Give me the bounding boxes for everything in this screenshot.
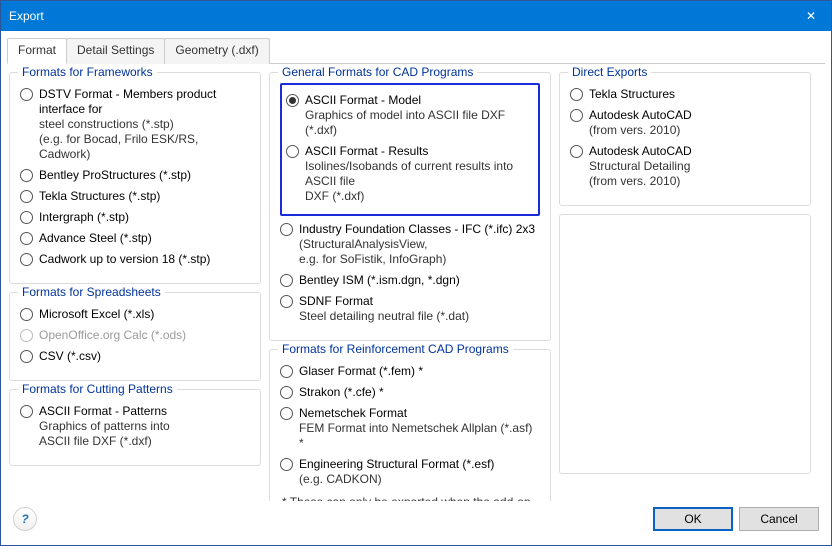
option-label: Intergraph (*.stp) [39, 210, 129, 225]
option-label: Nemetschek Format [299, 406, 407, 420]
group-title: Formats for Reinforcement CAD Programs [278, 342, 513, 356]
group-title: General Formats for CAD Programs [278, 65, 477, 79]
group-reinforcement-cad-formats: Formats for Reinforcement CAD Programs G… [269, 349, 551, 501]
radio-icon [280, 407, 293, 420]
radio-icon [20, 169, 33, 182]
cancel-button[interactable]: Cancel [739, 507, 819, 531]
group-formats-frameworks: Formats for Frameworks DSTV Format - Mem… [9, 72, 261, 284]
tabstrip: Format Detail Settings Geometry (.dxf) [7, 37, 825, 64]
radio-icon [20, 350, 33, 363]
radio-tekla-structures-direct[interactable]: Tekla Structures [570, 87, 800, 102]
group-direct-exports: Direct Exports Tekla Structures Autodesk… [559, 72, 811, 206]
radio-ascii-model[interactable]: ASCII Format - Model Graphics of model i… [286, 93, 534, 138]
radio-icon [280, 274, 293, 287]
option-label: Strakon (*.cfe) * [299, 385, 384, 400]
radio-icon [20, 253, 33, 266]
highlighted-dxf-options: ASCII Format - Model Graphics of model i… [280, 83, 540, 216]
radio-icon [286, 94, 299, 107]
option-label: Tekla Structures (*.stp) [39, 189, 160, 204]
group-title: Formats for Frameworks [18, 65, 157, 79]
radio-icon [570, 88, 583, 101]
radio-intergraph[interactable]: Intergraph (*.stp) [20, 210, 250, 225]
radio-icon [570, 145, 583, 158]
radio-icon [280, 295, 293, 308]
radio-csv[interactable]: CSV (*.csv) [20, 349, 250, 364]
radio-icon [20, 88, 33, 101]
radio-icon [20, 405, 33, 418]
radio-autodesk-autocad[interactable]: Autodesk AutoCAD (from vers. 2010) [570, 108, 800, 138]
close-button[interactable]: ✕ [791, 1, 831, 31]
option-label: Autodesk AutoCAD [589, 108, 692, 122]
radio-icon [280, 386, 293, 399]
tab-geometry-dxf[interactable]: Geometry (.dxf) [164, 38, 269, 64]
close-icon: ✕ [806, 9, 816, 23]
radio-nemetschek[interactable]: Nemetschek Format FEM Format into Nemets… [280, 406, 540, 451]
group-formats-spreadsheets: Formats for Spreadsheets Microsoft Excel… [9, 292, 261, 381]
option-label: Autodesk AutoCAD [589, 144, 692, 158]
group-title: Formats for Cutting Patterns [18, 382, 177, 396]
radio-strakon[interactable]: Strakon (*.cfe) * [280, 385, 540, 400]
ok-button[interactable]: OK [653, 507, 733, 531]
radio-icon [570, 109, 583, 122]
radio-sdnf[interactable]: SDNF Format Steel detailing neutral file… [280, 294, 540, 324]
radio-bentley-prostructures[interactable]: Bentley ProStructures (*.stp) [20, 168, 250, 183]
group-empty-placeholder [559, 214, 811, 474]
group-formats-cutting-patterns: Formats for Cutting Patterns ASCII Forma… [9, 389, 261, 466]
radio-microsoft-excel[interactable]: Microsoft Excel (*.xls) [20, 307, 250, 322]
radio-ascii-results[interactable]: ASCII Format - Results Isolines/Isobands… [286, 144, 534, 204]
radio-glaser[interactable]: Glaser Format (*.fem) * [280, 364, 540, 379]
radio-dstv-format[interactable]: DSTV Format - Members product interface … [20, 87, 250, 162]
group-title: Formats for Spreadsheets [18, 285, 165, 299]
option-label: DSTV Format - Members product interface … [39, 87, 216, 116]
radio-icon [280, 223, 293, 236]
option-label: Engineering Structural Format (*.esf) [299, 457, 494, 471]
radio-autodesk-autocad-structural[interactable]: Autodesk AutoCAD Structural Detailing (f… [570, 144, 800, 189]
radio-icon [20, 308, 33, 321]
tab-format[interactable]: Format [7, 38, 67, 64]
radio-icon [20, 190, 33, 203]
radio-icon [20, 232, 33, 245]
option-label: Industry Foundation Classes - IFC (*.ifc… [299, 222, 535, 236]
radio-icon [20, 329, 33, 342]
option-label: Microsoft Excel (*.xls) [39, 307, 154, 322]
radio-openoffice-calc: OpenOffice.org Calc (*.ods) [20, 328, 250, 343]
option-label: Bentley ProStructures (*.stp) [39, 168, 191, 183]
help-icon: ? [21, 512, 28, 526]
radio-advance-steel[interactable]: Advance Steel (*.stp) [20, 231, 250, 246]
option-label: OpenOffice.org Calc (*.ods) [39, 328, 186, 343]
radio-icon [280, 365, 293, 378]
dialog-footer: ? OK Cancel [1, 501, 831, 545]
radio-icon [280, 458, 293, 471]
option-label: ASCII Format - Patterns [39, 404, 167, 418]
option-label: Tekla Structures [589, 87, 675, 102]
option-label: Advance Steel (*.stp) [39, 231, 152, 246]
radio-tekla-structures-stp[interactable]: Tekla Structures (*.stp) [20, 189, 250, 204]
option-label: ASCII Format - Model [305, 93, 421, 107]
group-title: Direct Exports [568, 65, 651, 79]
option-label: Glaser Format (*.fem) * [299, 364, 423, 379]
radio-engineering-structural[interactable]: Engineering Structural Format (*.esf) (e… [280, 457, 540, 487]
option-label: CSV (*.csv) [39, 349, 101, 364]
reinforcement-addon-note: * These can only be exported when the ad… [282, 495, 538, 501]
group-general-cad-formats: General Formats for CAD Programs ASCII F… [269, 72, 551, 341]
option-label: Bentley ISM (*.ism.dgn, *.dgn) [299, 273, 460, 288]
option-label: SDNF Format [299, 294, 373, 308]
radio-cadwork-18[interactable]: Cadwork up to version 18 (*.stp) [20, 252, 250, 267]
radio-bentley-ism[interactable]: Bentley ISM (*.ism.dgn, *.dgn) [280, 273, 540, 288]
option-label: Cadwork up to version 18 (*.stp) [39, 252, 210, 267]
radio-ascii-patterns[interactable]: ASCII Format - Patterns Graphics of patt… [20, 404, 250, 449]
radio-icon [20, 211, 33, 224]
radio-icon [286, 145, 299, 158]
window-title: Export [9, 9, 791, 23]
tab-detail-settings[interactable]: Detail Settings [66, 38, 165, 64]
titlebar: Export ✕ [1, 1, 831, 31]
radio-ifc[interactable]: Industry Foundation Classes - IFC (*.ifc… [280, 222, 540, 267]
help-button[interactable]: ? [13, 507, 37, 531]
option-label: ASCII Format - Results [305, 144, 428, 158]
